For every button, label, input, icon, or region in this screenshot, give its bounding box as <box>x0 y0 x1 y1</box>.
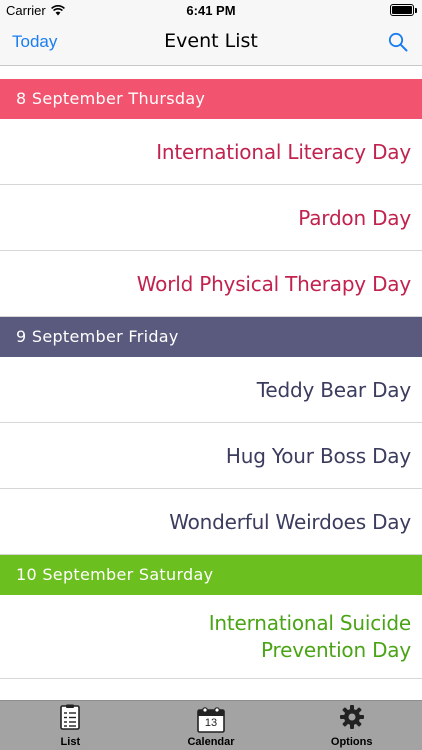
tab-calendar[interactable]: 13 Calendar <box>141 701 282 750</box>
status-bar: Carrier 6:41 PM <box>0 0 422 22</box>
calendar-day-number: 13 <box>204 717 218 729</box>
calendar-icon: 13 <box>197 707 225 733</box>
event-row[interactable]: Teddy Bear Day <box>0 357 422 423</box>
event-row[interactable]: Pardon Day <box>0 185 422 251</box>
status-right <box>390 4 417 16</box>
tab-calendar-label: Calendar <box>187 736 235 748</box>
event-row[interactable]: International Literacy Day <box>0 119 422 185</box>
status-time: 6:41 PM <box>186 3 236 18</box>
tab-list-label: List <box>60 736 81 748</box>
event-row[interactable]: World Physical Therapy Day <box>0 251 422 317</box>
navigation-bar: Today Event List <box>0 22 422 66</box>
list-icon <box>60 704 81 733</box>
event-row[interactable]: Wonderful Weirdoes Day <box>0 489 422 555</box>
gear-icon <box>339 704 365 733</box>
tab-options[interactable]: Options <box>281 701 422 750</box>
screen: Carrier 6:41 PM Today Event List 8 Septe… <box>0 0 422 750</box>
tab-bar: List 13 Calendar Options <box>0 700 422 750</box>
battery-icon <box>390 4 417 16</box>
event-row[interactable]: International Suicide Prevention Day <box>0 595 422 679</box>
tab-list[interactable]: List <box>0 701 141 750</box>
section-header-sep-9: 9 September Friday <box>0 317 422 357</box>
section-header-sep-10: 10 September Saturday <box>0 555 422 595</box>
page-title: Event List <box>164 30 258 52</box>
tab-options-label: Options <box>330 736 373 748</box>
search-icon <box>388 32 408 56</box>
event-list: 8 September Thursday International Liter… <box>0 79 422 745</box>
search-button[interactable] <box>388 32 408 56</box>
event-title: International Suicide Prevention Day <box>208 610 411 662</box>
event-row[interactable]: Hug Your Boss Day <box>0 423 422 489</box>
section-header-sep-8: 8 September Thursday <box>0 79 422 119</box>
